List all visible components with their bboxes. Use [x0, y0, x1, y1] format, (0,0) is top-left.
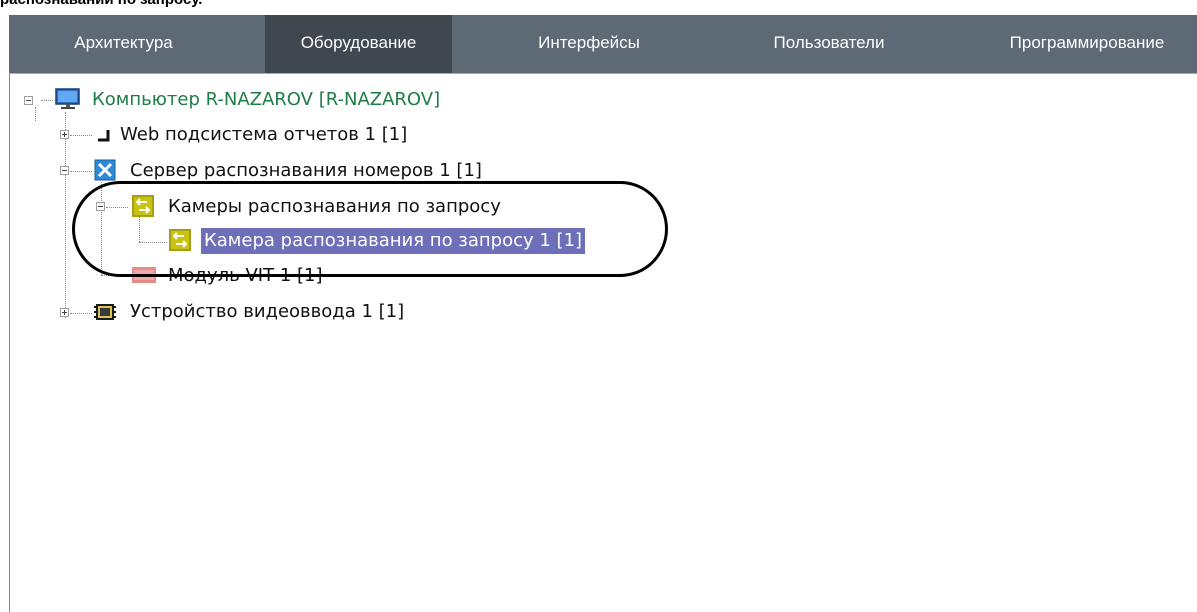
tree-item-video-input[interactable]: Устройство видеоввода 1 [1]: [130, 299, 404, 325]
tab-users[interactable]: Пользователи: [729, 15, 929, 73]
page-header-text: распознавании по запросу.: [0, 0, 202, 11]
tab-architecture[interactable]: Архитектура: [9, 15, 238, 73]
tree-line: [65, 112, 66, 318]
tree-line: [41, 100, 53, 101]
collapse-toggle[interactable]: [60, 166, 69, 175]
tree-line: [35, 107, 36, 121]
highlight-ellipse: [72, 181, 668, 277]
monitor-icon: [54, 87, 82, 115]
tree-line: [70, 313, 92, 314]
tree-line: [70, 171, 92, 172]
tab-interfaces[interactable]: Интерфейсы: [499, 15, 679, 73]
collapse-toggle[interactable]: [24, 96, 33, 105]
expand-toggle[interactable]: [60, 308, 69, 317]
tree-line: [70, 135, 92, 136]
tab-equipment[interactable]: Оборудование: [265, 15, 452, 73]
video-input-icon: [94, 301, 116, 327]
expand-toggle[interactable]: [60, 130, 69, 139]
tree-item-web-subsystem[interactable]: Web подсистема отчетов 1 [1]: [120, 122, 407, 148]
main-tab-bar: Архитектура Оборудование Интерфейсы Поль…: [9, 15, 1197, 73]
tree-item-computer[interactable]: Компьютер R-NAZAROV [R-NAZAROV]: [92, 87, 440, 113]
hardware-tree-panel: [9, 73, 1197, 612]
web-report-icon: [94, 124, 116, 150]
tab-programming[interactable]: Программирование: [977, 15, 1197, 73]
